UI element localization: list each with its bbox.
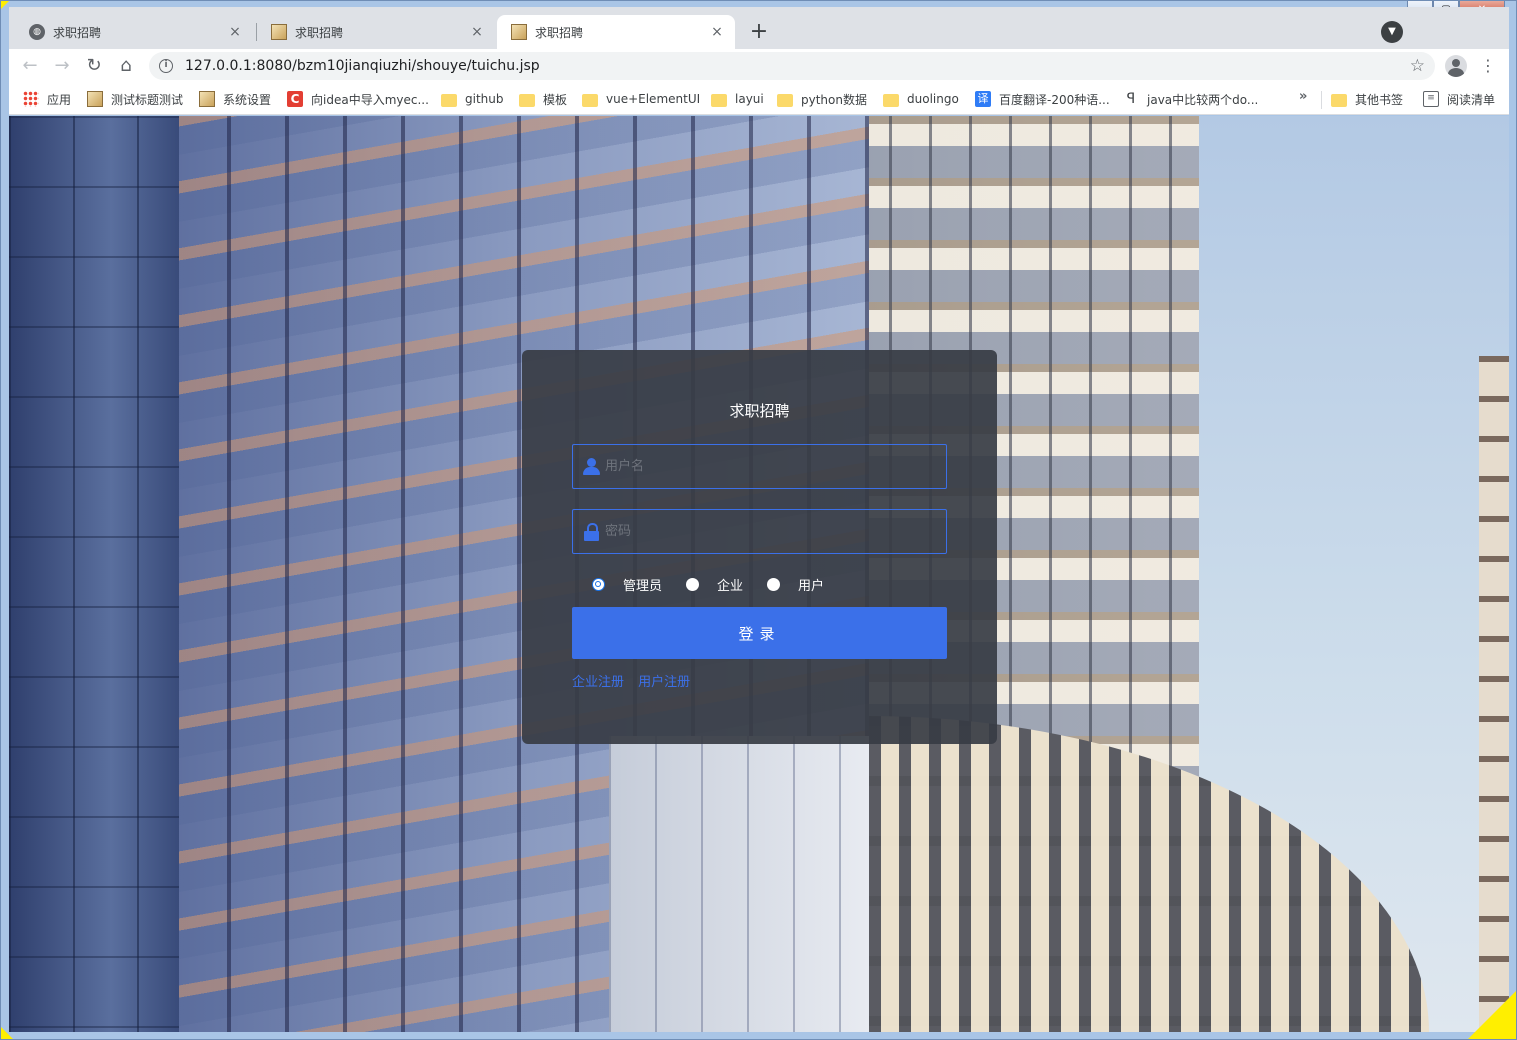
page-icon [271, 24, 287, 40]
corner-marker [1468, 991, 1516, 1039]
bookmark-reading-list[interactable]: ≡ 阅读清单 [1423, 89, 1495, 109]
company-register-link[interactable]: 企业注册 [572, 675, 624, 690]
translate-icon: 译 [975, 91, 991, 107]
login-card: 求职招聘 管理员 企业 用户 登录 企业注册 用户注册 [522, 350, 997, 744]
back-icon[interactable]: ← [17, 53, 43, 79]
folder-icon [1331, 93, 1347, 107]
home-icon[interactable]: ⌂ [113, 53, 139, 79]
tab-strip: ◍ 求职招聘 × 求职招聘 × 求职招聘 × + ▼ [9, 7, 1509, 49]
bookmark-label: 阅读清单 [1447, 92, 1496, 107]
tab-3-active[interactable]: 求职招聘 × [497, 15, 735, 49]
bookmark-folder[interactable]: 模板 [519, 89, 567, 109]
bookmark-label: layui [735, 92, 764, 106]
url-text[interactable]: 127.0.0.1:8080/bzm10jianqiuzhi/shouye/tu… [185, 58, 540, 74]
bookmark-item[interactable]: ꟼ java中比较两个do... [1123, 89, 1259, 109]
corner-marker [1, 1027, 13, 1039]
reload-icon[interactable]: ↻ [81, 53, 107, 79]
bookmark-label: 测试标题测试 [111, 92, 184, 107]
bookmark-label: 其他书签 [1355, 92, 1404, 107]
background-glass-facade [609, 736, 869, 1032]
profile-avatar-icon[interactable] [1445, 55, 1467, 77]
apps-icon [23, 91, 39, 107]
bookmark-folder[interactable]: layui [711, 89, 764, 109]
role-label-admin[interactable]: 管理员 [623, 575, 662, 594]
bookmark-label: 系统设置 [223, 92, 272, 107]
page-icon [199, 91, 215, 107]
bookmark-label: duolingo [907, 92, 959, 106]
new-tab-button[interactable]: + [745, 19, 773, 47]
bookmark-label: python数据 [801, 92, 867, 107]
role-label-user[interactable]: 用户 [798, 575, 824, 594]
bookmark-label: java中比较两个do... [1147, 92, 1259, 107]
page-viewport: 求职招聘 管理员 企业 用户 登录 企业注册 用户注册 [9, 116, 1509, 1032]
bookmark-folder[interactable]: python数据 [777, 89, 867, 109]
role-radio-user[interactable] [767, 577, 781, 591]
kebab-menu-icon[interactable]: ⋮ [1479, 54, 1497, 78]
bookmark-label: 应用 [47, 92, 72, 107]
password-field[interactable] [572, 509, 947, 554]
address-bar[interactable]: i 127.0.0.1:8080/bzm10jianqiuzhi/shouye/… [149, 52, 1435, 80]
role-label-company[interactable]: 企业 [717, 575, 743, 594]
bookmark-label: 向idea中导入myec... [311, 92, 429, 107]
bookmark-folder[interactable]: duolingo [883, 89, 959, 109]
folder-icon [582, 93, 598, 107]
close-icon[interactable]: × [469, 24, 485, 40]
bookmark-label: github [465, 92, 504, 106]
bookmark-apps[interactable]: 应用 [23, 89, 71, 109]
folder-icon [441, 93, 457, 107]
user-icon [583, 457, 603, 476]
role-radio-admin[interactable] [592, 577, 605, 591]
bookmark-folder[interactable]: vue+ElementUI [582, 89, 700, 109]
user-register-link[interactable]: 用户注册 [638, 675, 690, 690]
background-building-right [1479, 356, 1509, 1032]
tab-title: 求职招聘 [535, 25, 584, 40]
bookmarks-overflow-icon[interactable]: » [1299, 89, 1307, 104]
reading-list-icon: ≡ [1423, 91, 1439, 107]
bookmarks-bar: 应用 测试标题测试 系统设置 C 向idea中导入myec... github … [9, 83, 1509, 115]
username-input[interactable] [603, 445, 946, 488]
bookmark-label: 百度翻译-200种语... [999, 92, 1110, 107]
forward-icon[interactable]: → [49, 53, 75, 79]
lock-icon [583, 522, 603, 541]
java-icon: ꟼ [1126, 91, 1136, 107]
bookmark-label: vue+ElementUI [606, 92, 701, 106]
page-icon [511, 24, 527, 40]
tab-title: 求职招聘 [295, 25, 344, 40]
close-icon[interactable]: × [709, 24, 725, 40]
background-building-left [9, 116, 179, 1032]
csdn-icon: C [287, 91, 303, 107]
bookmark-label: 模板 [543, 92, 568, 107]
tab-2[interactable]: 求职招聘 × [257, 15, 495, 49]
folder-icon [883, 93, 899, 107]
folder-icon [777, 93, 793, 107]
browser-window: ▁ ▢ ✕ ◍ 求职招聘 × 求职招聘 × 求职招聘 × + ▼ ← → ↻ ⌂… [0, 0, 1517, 1040]
folder-icon [711, 93, 727, 107]
bookmarks-divider [1321, 91, 1322, 109]
corner-marker [1, 1, 9, 9]
bookmark-item[interactable]: 测试标题测试 [87, 89, 183, 109]
role-selector: 管理员 企业 用户 [572, 574, 947, 594]
role-radio-company[interactable] [686, 577, 700, 591]
bookmark-other[interactable]: 其他书签 [1331, 89, 1403, 109]
info-icon[interactable]: i [159, 59, 173, 73]
bookmark-folder[interactable]: github [441, 89, 503, 109]
login-button[interactable]: 登录 [572, 607, 947, 659]
login-title: 求职招聘 [729, 402, 790, 420]
browser-toolbar: ← → ↻ ⌂ i 127.0.0.1:8080/bzm10jianqiuzhi… [9, 49, 1509, 83]
tab-title: 求职招聘 [53, 25, 102, 40]
bookmark-item[interactable]: 译 百度翻译-200种语... [975, 89, 1110, 109]
password-input[interactable] [603, 510, 946, 553]
tab-1[interactable]: ◍ 求职招聘 × [15, 15, 253, 49]
star-icon[interactable]: ☆ [1410, 56, 1425, 76]
page-icon [87, 91, 103, 107]
register-links: 企业注册 用户注册 [572, 671, 947, 690]
username-field[interactable] [572, 444, 947, 489]
folder-icon [519, 93, 535, 107]
bookmark-item[interactable]: 系统设置 [199, 89, 271, 109]
bookmark-item[interactable]: C 向idea中导入myec... [287, 89, 429, 109]
tab-search-icon[interactable]: ▼ [1381, 21, 1403, 43]
close-icon[interactable]: × [227, 24, 243, 40]
globe-icon: ◍ [29, 24, 45, 40]
